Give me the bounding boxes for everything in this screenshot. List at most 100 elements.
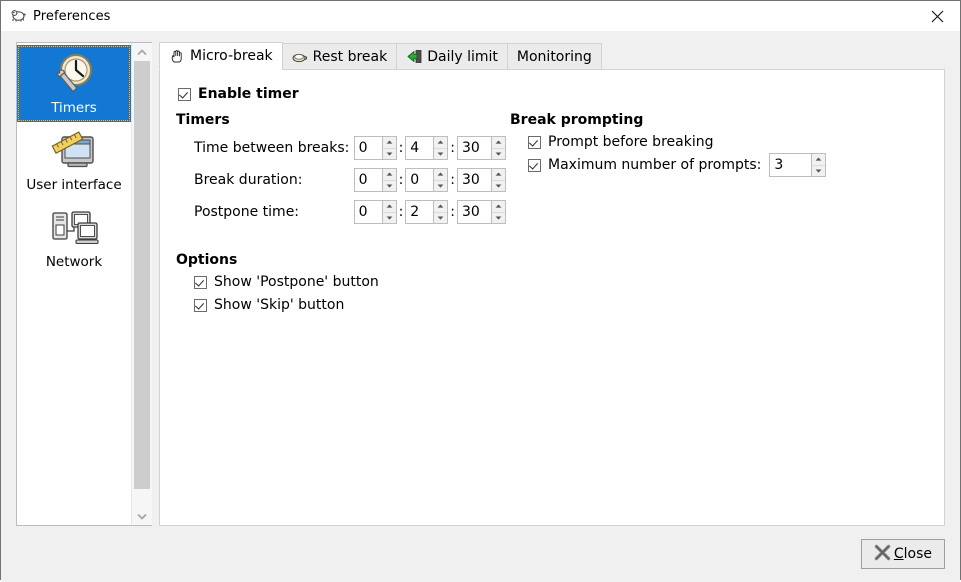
- enable-timer-checkbox[interactable]: [178, 87, 191, 101]
- timers-section-title: Timers: [176, 112, 230, 128]
- postpone-time-hours-spinner[interactable]: 0: [353, 200, 397, 224]
- scrollbar-thumb[interactable]: [134, 61, 150, 490]
- spin-down-icon[interactable]: [492, 149, 505, 160]
- spin-buttons[interactable]: [491, 136, 506, 160]
- spin-buttons[interactable]: [381, 168, 397, 192]
- time-between-breaks-row: Time between breaks: 0: 4: 30: [194, 134, 506, 162]
- tab-daily-limit[interactable]: Daily limit: [396, 43, 508, 70]
- tab-rest-break[interactable]: Rest break: [281, 43, 398, 70]
- spin-buttons[interactable]: [433, 136, 449, 160]
- spin-buttons[interactable]: [491, 200, 506, 224]
- spin-buttons[interactable]: [381, 136, 397, 160]
- spin-down-icon[interactable]: [492, 213, 505, 224]
- spin-up-icon[interactable]: [382, 201, 396, 213]
- sidebar-item-network[interactable]: Network: [17, 199, 131, 276]
- sidebar-item-label: User interface: [26, 177, 122, 193]
- spin-value[interactable]: 2: [405, 200, 434, 224]
- break-duration-label: Break duration:: [194, 172, 303, 188]
- tab-label: Daily limit: [427, 48, 498, 65]
- spin-value[interactable]: 4: [405, 136, 434, 160]
- sidebar-item-timers[interactable]: Timers: [17, 45, 131, 122]
- spin-down-icon[interactable]: [383, 213, 396, 224]
- break-duration-hours-spinner[interactable]: 0: [353, 168, 397, 192]
- postpone-time-row: Postpone time: 0: 2: 30: [194, 198, 506, 226]
- spin-value[interactable]: 0: [353, 200, 382, 224]
- spin-down-icon[interactable]: [434, 181, 447, 192]
- maximum-number-of-prompts-checkbox[interactable]: [528, 158, 541, 172]
- break-duration-group: 0: 0: 30: [353, 168, 506, 192]
- dialog-footer: Close: [1, 526, 960, 582]
- spin-up-icon[interactable]: [434, 169, 448, 181]
- postpone-time-seconds-spinner[interactable]: 30: [457, 200, 506, 224]
- tab-label: Monitoring: [516, 48, 592, 65]
- maximum-number-of-prompts-spinner[interactable]: 3: [769, 153, 827, 177]
- monitor-ruler-icon: [47, 126, 101, 174]
- spin-value[interactable]: 30: [457, 200, 491, 224]
- spin-buttons[interactable]: [811, 153, 827, 177]
- postpone-time-group: 0: 2: 30: [353, 200, 506, 224]
- sidebar-scrollbar[interactable]: [131, 43, 152, 525]
- spin-up-icon[interactable]: [492, 201, 505, 213]
- spin-value[interactable]: 0: [405, 168, 434, 192]
- time-separator: :: [398, 172, 404, 188]
- maximum-number-of-prompts-label: Maximum number of prompts:: [548, 157, 762, 173]
- preferences-window: Preferences Timers User interface Networ…: [0, 0, 961, 582]
- break-duration-minutes-spinner[interactable]: 0: [405, 168, 449, 192]
- sidebar-item-user-interface[interactable]: User interface: [17, 122, 131, 199]
- tab-monitoring[interactable]: Monitoring: [506, 43, 602, 70]
- spin-up-icon[interactable]: [434, 137, 448, 149]
- show-postpone-button-checkbox[interactable]: [194, 275, 207, 289]
- show-skip-button-checkbox[interactable]: [194, 298, 207, 312]
- show-postpone-button-label: Show 'Postpone' button: [214, 274, 379, 290]
- spin-value[interactable]: 30: [457, 168, 491, 192]
- spin-value[interactable]: 0: [353, 168, 382, 192]
- spin-down-icon[interactable]: [492, 181, 505, 192]
- break-duration-row: Break duration: 0: 0: 30: [194, 166, 506, 194]
- spin-buttons[interactable]: [381, 200, 397, 224]
- sidebar-item-label: Timers: [51, 100, 97, 116]
- spin-buttons[interactable]: [433, 168, 449, 192]
- time-between-breaks-hours-spinner[interactable]: 0: [353, 136, 397, 160]
- spin-down-icon[interactable]: [383, 181, 396, 192]
- break-prompting-section-title: Break prompting: [510, 112, 644, 128]
- spin-up-icon[interactable]: [492, 169, 505, 181]
- spin-value[interactable]: 0: [353, 136, 382, 160]
- spin-up-icon[interactable]: [382, 169, 396, 181]
- scrollbar-track[interactable]: [132, 61, 152, 507]
- spin-down-icon[interactable]: [812, 166, 825, 177]
- scrollbar-up-button[interactable]: [132, 43, 152, 61]
- close-button[interactable]: Close: [860, 539, 945, 569]
- postpone-time-minutes-spinner[interactable]: 2: [405, 200, 449, 224]
- spin-up-icon[interactable]: [434, 201, 448, 213]
- tab-micro-break[interactable]: Micro-break: [159, 42, 283, 70]
- titlebar: Preferences: [1, 1, 960, 31]
- chevron-down-icon: [137, 513, 147, 520]
- spin-value[interactable]: 3: [769, 153, 812, 177]
- sidebar-item-label: Network: [45, 254, 103, 270]
- spin-up-icon[interactable]: [492, 137, 505, 149]
- scrollbar-down-button[interactable]: [132, 507, 152, 525]
- spin-down-icon[interactable]: [383, 149, 396, 160]
- break-duration-seconds-spinner[interactable]: 30: [457, 168, 506, 192]
- time-separator: :: [398, 140, 404, 156]
- prompt-before-breaking-row: Prompt before breaking: [528, 134, 928, 150]
- window-close-button[interactable]: [915, 1, 960, 31]
- coffee-cup-icon: [292, 49, 308, 65]
- spin-buttons[interactable]: [491, 168, 506, 192]
- spin-buttons[interactable]: [433, 200, 449, 224]
- prompt-before-breaking-checkbox[interactable]: [528, 135, 541, 149]
- tab-label: Micro-break: [190, 48, 273, 64]
- window-close-icon: [931, 10, 944, 22]
- spin-value[interactable]: 30: [457, 136, 491, 160]
- spin-down-icon[interactable]: [434, 149, 447, 160]
- spin-up-icon[interactable]: [812, 154, 826, 166]
- time-between-breaks-minutes-spinner[interactable]: 4: [405, 136, 449, 160]
- network-computers-icon: [47, 203, 101, 251]
- time-between-breaks-seconds-spinner[interactable]: 30: [457, 136, 506, 160]
- enable-timer-row: Enable timer: [178, 86, 928, 102]
- spin-up-icon[interactable]: [382, 137, 396, 149]
- spin-down-icon[interactable]: [434, 213, 447, 224]
- micro-break-panel: Enable timer Timers Time between breaks:…: [159, 69, 945, 526]
- time-separator: :: [450, 172, 455, 188]
- close-button-label-rest: lose: [903, 546, 932, 562]
